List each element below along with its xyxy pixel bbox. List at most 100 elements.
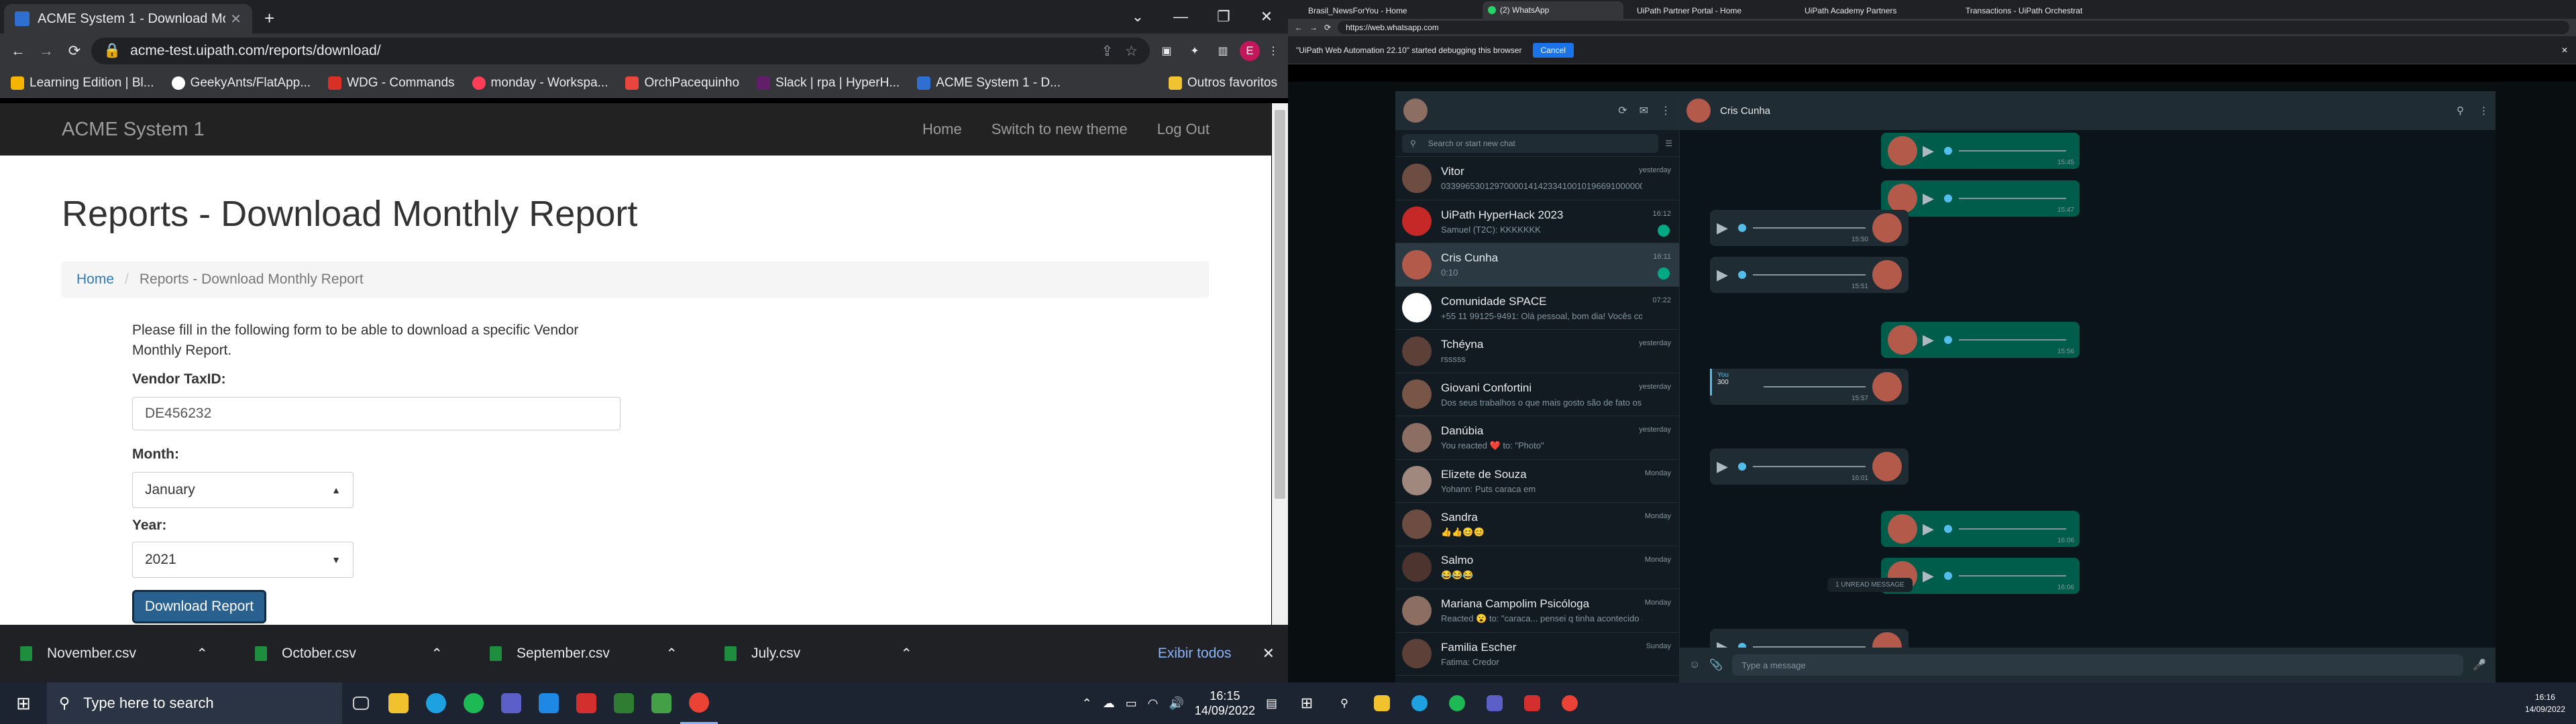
extension-icon[interactable]: ▣ xyxy=(1155,44,1178,58)
communities-icon[interactable]: ⟳ xyxy=(1618,104,1627,117)
play-icon[interactable]: ▶ xyxy=(1923,331,1944,349)
menu-dots-icon[interactable]: ⋮ xyxy=(1265,44,1281,58)
message-input[interactable]: Type a message xyxy=(1732,654,2464,676)
vendor-taxid-input[interactable]: DE456232 xyxy=(132,397,621,430)
my-avatar[interactable] xyxy=(1403,99,1428,123)
download-item[interactable]: July.csv ⌃ xyxy=(704,646,939,662)
year-select[interactable]: 2021 ▼ xyxy=(132,542,354,578)
play-icon[interactable]: ▶ xyxy=(1717,458,1738,475)
play-icon[interactable]: ▶ xyxy=(1923,142,1944,160)
progress-dot[interactable] xyxy=(1738,463,1746,471)
chat-item[interactable]: Comunidade SPACE +55 11 99125-9491: Olá p… xyxy=(1395,287,1679,330)
notifications-icon[interactable]: ▤ xyxy=(1266,697,1277,711)
tab-brasil[interactable]: Brasil_NewsForYou - Home xyxy=(1308,3,1442,19)
progress-dot[interactable] xyxy=(1738,223,1746,232)
chat-item[interactable]: Sandra 👍👍😊😊 Monday xyxy=(1395,503,1679,546)
bookmark-3[interactable]: monday - Workspa... xyxy=(472,76,608,90)
teams-icon[interactable] xyxy=(1476,682,1513,724)
wifi-icon[interactable]: ◠ xyxy=(1148,697,1159,711)
play-icon[interactable]: ▶ xyxy=(1717,219,1738,237)
show-all-downloads[interactable]: Exibir todos xyxy=(1158,646,1232,662)
clock[interactable]: 16:15 14/09/2022 xyxy=(1195,688,1255,718)
attach-icon[interactable]: 📎 xyxy=(1709,658,1723,672)
spotify-icon[interactable] xyxy=(455,682,492,724)
menu-dots-icon[interactable]: ⋮ xyxy=(2479,105,2489,117)
progress-dot[interactable] xyxy=(1944,524,1952,533)
maximize-icon[interactable]: ❐ xyxy=(1202,0,1245,34)
profile-avatar[interactable]: E xyxy=(1240,41,1260,61)
filter-icon[interactable]: ☰ xyxy=(1665,139,1672,148)
voice-message[interactable]: ▶ 16:01 xyxy=(1710,448,1909,485)
onedrive-icon[interactable]: ☁ xyxy=(1103,697,1115,711)
tab-whatsapp[interactable]: (2) WhatsApp xyxy=(1483,1,1623,19)
play-icon[interactable]: ▶ xyxy=(1923,190,1944,207)
bookmark-5[interactable]: Slack | rpa | HyperH... xyxy=(757,76,900,90)
voice-message[interactable]: ▶ 15:45 xyxy=(1881,133,2080,170)
play-icon[interactable]: ▶ xyxy=(1923,520,1944,538)
quoted-reply[interactable]: You 300 xyxy=(1710,369,1764,396)
close-downloads-icon[interactable]: ✕ xyxy=(1263,645,1275,662)
reload-icon[interactable]: ⟳ xyxy=(1324,23,1331,32)
menu-dots-icon[interactable]: ⋮ xyxy=(1660,104,1671,117)
tab-partner-portal[interactable]: UiPath Partner Portal - Home xyxy=(1637,3,1771,19)
forward-icon[interactable]: → xyxy=(1309,23,1318,32)
emoji-icon[interactable]: ☺ xyxy=(1689,659,1700,671)
new-chat-icon[interactable]: ✉ xyxy=(1640,104,1648,117)
progress-dot[interactable] xyxy=(1944,147,1952,156)
close-window-icon[interactable]: ✕ xyxy=(1245,0,1288,34)
bookmark-0[interactable]: Learning Edition | Bl... xyxy=(11,76,154,90)
share-icon[interactable]: ⇪ xyxy=(1102,43,1114,60)
studio-icon[interactable] xyxy=(530,682,568,724)
windows-start-icon[interactable]: ⊞ xyxy=(1288,682,1326,724)
close-infobar-icon[interactable]: ✕ xyxy=(2561,46,2568,55)
notepad-icon[interactable] xyxy=(605,682,643,724)
chat-item[interactable]: Familia Escher Fatima: Credor Sunday xyxy=(1395,633,1679,676)
page-scrollbar[interactable] xyxy=(1272,103,1288,625)
chrome-taskbar-icon[interactable] xyxy=(1551,682,1589,724)
other-bookmarks[interactable]: Outros favoritos xyxy=(1168,76,1277,90)
chrome-taskbar-icon[interactable] xyxy=(680,682,718,724)
chat-item[interactable]: Elizete de Souza Yohann: Puts caraca em M… xyxy=(1395,460,1679,503)
tab-academy[interactable]: UiPath Academy Partners xyxy=(1805,3,1939,19)
chevron-up-icon[interactable]: ⌃ xyxy=(196,646,208,662)
contact-name[interactable]: Cris Cunha xyxy=(1720,105,1770,117)
progress-dot[interactable] xyxy=(1738,271,1746,280)
address-bar[interactable]: 🔒 acme-test.uipath.com/reports/download/… xyxy=(91,38,1150,64)
task-view-icon[interactable] xyxy=(342,682,380,724)
voice-message[interactable]: ▶ 15:50 xyxy=(1710,209,1909,246)
spotify-icon[interactable] xyxy=(1438,682,1476,724)
search-icon[interactable]: ⚲ xyxy=(2457,105,2464,117)
search-icon[interactable]: ⚲ xyxy=(1326,682,1363,724)
voice-message[interactable]: ▶ 16:06 xyxy=(1881,510,2080,547)
breadcrumb-home[interactable]: Home xyxy=(76,272,114,288)
chevron-up-icon[interactable]: ⌃ xyxy=(665,646,678,662)
acrobat-icon[interactable] xyxy=(1513,682,1551,724)
tray-chevron-icon[interactable]: ⌃ xyxy=(1082,697,1092,711)
download-item[interactable]: September.csv ⌃ xyxy=(470,646,704,662)
chat-item[interactable]: Giovani Confortini Dos seus trabalhos o q… xyxy=(1395,373,1679,416)
robot-icon[interactable] xyxy=(643,682,680,724)
tab-search-icon[interactable]: ⌄ xyxy=(1116,0,1159,34)
file-explorer-icon[interactable] xyxy=(380,682,417,724)
chat-item[interactable]: UiPath HyperHack 2023 Samuel (T2C): KKKKK… xyxy=(1395,200,1679,243)
back-icon[interactable]: ← xyxy=(1295,23,1303,32)
edge-icon[interactable] xyxy=(1401,682,1438,724)
windows-start-icon[interactable]: ⊞ xyxy=(0,682,47,724)
volume-icon[interactable]: 🔊 xyxy=(1169,697,1183,711)
play-icon[interactable]: ▶ xyxy=(1923,567,1944,585)
voice-message[interactable]: ▶ 15:56 xyxy=(1881,322,2080,358)
bookmark-star-icon[interactable]: ☆ xyxy=(1125,43,1138,60)
clock[interactable]: 16:16 14/09/2022 xyxy=(2525,691,2576,715)
download-item[interactable]: November.csv ⌃ xyxy=(0,646,235,662)
tab-acme[interactable]: ACME System 1 - Download Mo ✕ xyxy=(4,4,252,34)
cancel-debug-button[interactable]: Cancel xyxy=(1532,42,1574,58)
chevron-up-icon[interactable]: ⌃ xyxy=(900,646,912,662)
nav-switch-theme[interactable]: Switch to new theme xyxy=(991,121,1128,138)
acrobat-icon[interactable] xyxy=(568,682,605,724)
nav-logout[interactable]: Log Out xyxy=(1157,121,1210,138)
forward-icon[interactable]: → xyxy=(35,42,58,60)
file-explorer-icon[interactable] xyxy=(1363,682,1401,724)
chat-item[interactable]: Cris Cunha 0:10 16:11 xyxy=(1395,243,1679,287)
back-icon[interactable]: ← xyxy=(7,42,30,60)
mic-icon[interactable]: 🎤 xyxy=(2473,658,2486,672)
